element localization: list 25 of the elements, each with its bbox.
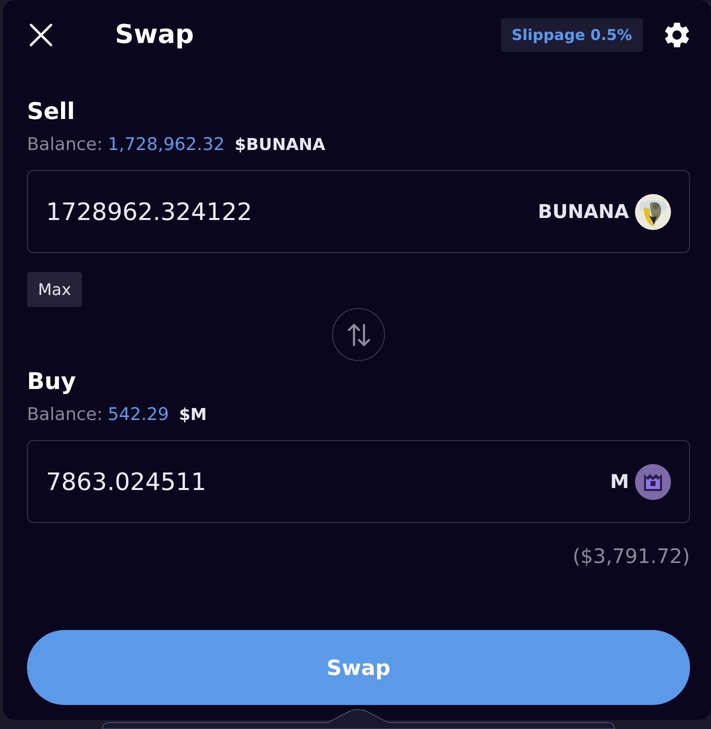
buy-amount-field[interactable]: 7863.024511 M: [27, 440, 690, 523]
modal-title: Swap: [115, 20, 194, 50]
balance-label: Balance:: [27, 405, 103, 425]
sell-amount-field[interactable]: 1728962.324122 BUNANA: [27, 170, 690, 253]
token-avatar-icon: [635, 194, 671, 230]
swap-direction-button[interactable]: [332, 308, 385, 361]
token-symbol: BUNANA: [538, 200, 629, 222]
max-button[interactable]: Max: [27, 272, 82, 307]
balance-symbol: $M: [178, 405, 207, 425]
close-icon: [29, 23, 53, 47]
usd-value: ($3,791.72): [572, 543, 690, 569]
balance-value: 1,728,962.32: [108, 135, 225, 155]
token-symbol: M: [610, 470, 629, 492]
balance-label: Balance:: [27, 135, 103, 155]
castle-token-icon: [635, 464, 671, 500]
balance-value: 542.29: [108, 405, 169, 425]
sell-amount-input[interactable]: 1728962.324122: [46, 198, 538, 226]
buy-label: Buy: [27, 368, 76, 396]
up-down-arrows-icon: [346, 322, 370, 348]
close-button[interactable]: [29, 23, 53, 47]
sell-label: Sell: [27, 98, 75, 126]
slippage-button[interactable]: Slippage 0.5%: [500, 18, 643, 52]
settings-icon[interactable]: [664, 22, 690, 48]
balance-symbol: $BUNANA: [234, 135, 326, 155]
buy-amount-input[interactable]: 7863.024511: [46, 468, 610, 496]
